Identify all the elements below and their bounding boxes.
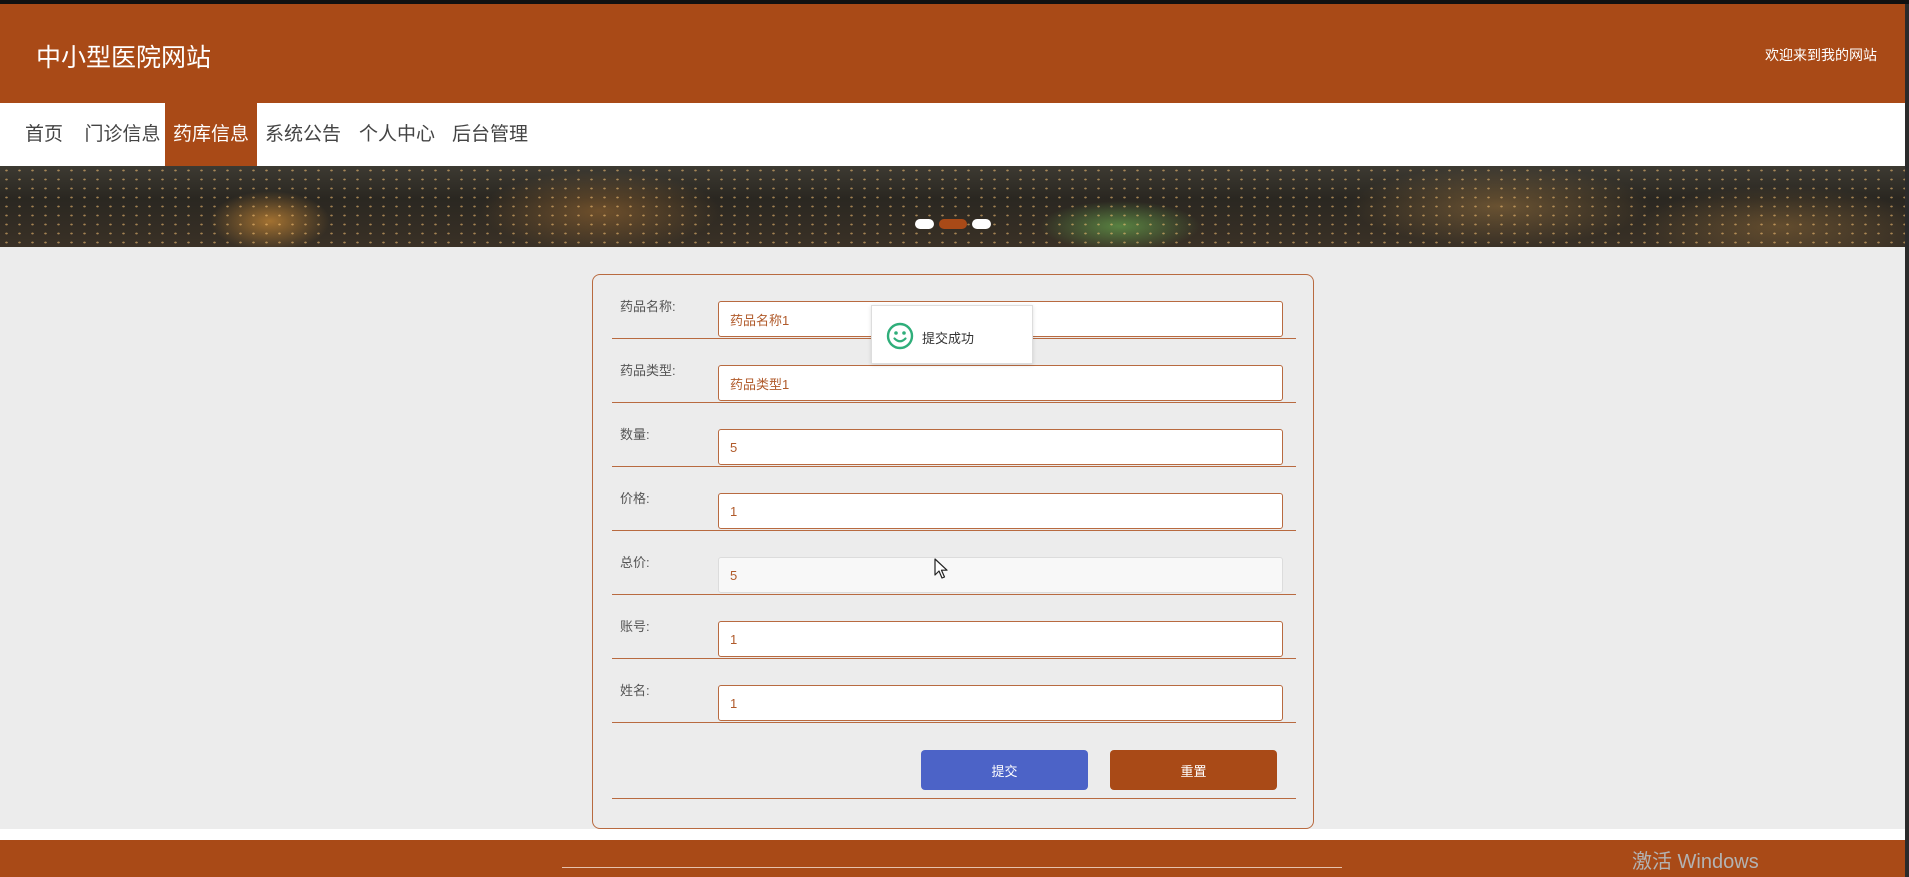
toast-message: 提交成功 (922, 331, 975, 346)
form-row-name: 姓名: (612, 659, 1296, 723)
nav-item-clinic-info[interactable]: 门诊信息 (80, 103, 165, 166)
success-toast: 提交成功 (871, 305, 1033, 364)
reset-button[interactable]: 重置 (1110, 750, 1277, 790)
quantity-label: 数量: (620, 427, 650, 442)
nav-item-label: 首页 (24, 124, 63, 145)
account-label: 账号: (620, 619, 650, 634)
site-title[interactable]: 中小型医院网站 (36, 38, 211, 74)
form-row-price: 价格: (612, 467, 1296, 531)
name-label: 姓名: (620, 683, 650, 698)
nav-item-personal-center[interactable]: 个人中心 (351, 103, 443, 166)
medicine-name-label: 药品名称: (620, 299, 676, 314)
account-input[interactable] (718, 621, 1283, 657)
carousel-dot-1[interactable] (915, 219, 934, 229)
nav-item-home[interactable]: 首页 (18, 103, 70, 166)
nav-item-label: 后台管理 (451, 124, 528, 145)
carousel-dot-2[interactable] (939, 219, 967, 229)
nav-item-label: 系统公告 (264, 124, 341, 145)
windows-activation-watermark: 激活 Windows (1632, 851, 1759, 873)
form-actions: 提交 重置 (612, 723, 1296, 799)
medicine-type-label: 药品类型: (620, 363, 676, 378)
quantity-input[interactable] (718, 429, 1283, 465)
nav-item-pharmacy-info[interactable]: 药库信息 (165, 103, 257, 166)
nav-item-announcements[interactable]: 系统公告 (257, 103, 349, 166)
nav-item-label: 门诊信息 (84, 124, 161, 145)
banner-carousel (0, 166, 1905, 247)
form-row-quantity: 数量: (612, 403, 1296, 467)
submit-button[interactable]: 提交 (921, 750, 1088, 790)
content-bottom-strip (0, 829, 1905, 840)
site-header: 中小型医院网站 欢迎来到我的网站 (0, 4, 1905, 103)
mouse-cursor-icon (934, 558, 948, 579)
total-price-input[interactable] (718, 557, 1283, 593)
nav-item-admin[interactable]: 后台管理 (444, 103, 536, 166)
welcome-text: 欢迎来到我的网站 (1765, 47, 1877, 63)
price-input[interactable] (718, 493, 1283, 529)
nav-item-label: 药库信息 (172, 124, 249, 145)
medicine-type-input[interactable] (718, 365, 1283, 401)
total-price-label: 总价: (620, 555, 650, 570)
smile-icon (886, 322, 914, 350)
name-input[interactable] (718, 685, 1283, 721)
carousel-dot-3[interactable] (972, 219, 991, 229)
price-label: 价格: (620, 491, 650, 506)
form-row-account: 账号: (612, 595, 1296, 659)
nav-item-label: 个人中心 (358, 124, 435, 145)
main-nav: 首页 门诊信息 药库信息 系统公告 个人中心 后台管理 (0, 103, 1905, 166)
footer-divider (562, 867, 1342, 868)
form-row-total-price: 总价: (612, 531, 1296, 595)
site-footer (0, 840, 1905, 877)
window-scrollbar[interactable] (1905, 4, 1909, 877)
